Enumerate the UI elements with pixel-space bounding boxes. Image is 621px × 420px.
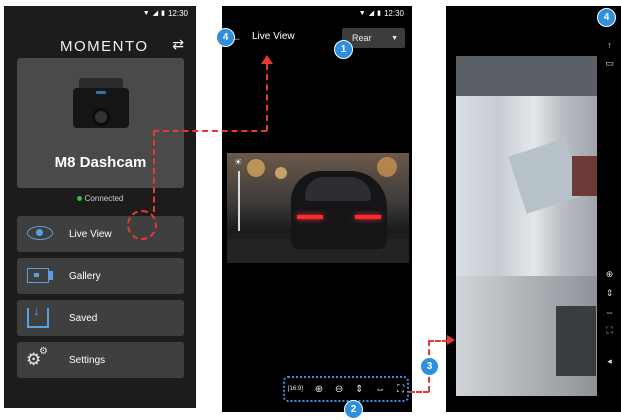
brightness-slider[interactable]	[238, 171, 240, 231]
arrow-line	[409, 391, 429, 393]
fullscreen-screen: ↑ ▭ ⊕ ⇕ ⇔ ⛶ ◂	[446, 6, 621, 412]
arrow-head-icon	[261, 55, 273, 64]
eye-icon	[27, 226, 53, 240]
live-view-button[interactable]: Live View	[17, 216, 184, 252]
exit-fullscreen-icon[interactable]: ↑	[607, 40, 612, 50]
brand-row: MOMENTO ⇄	[4, 34, 196, 58]
step-badge-1: 1	[334, 40, 353, 59]
brightness-icon: ☀	[234, 157, 243, 167]
home-screen: ▼ ◢ ▮ 12:30 MOMENTO ⇄ M8 Dashcam Connect…	[4, 6, 196, 408]
fullscreen-icon[interactable]: ⛶	[606, 325, 612, 336]
signal-icon: ◢	[368, 10, 375, 17]
step-badge-4: 4	[597, 8, 616, 27]
step-badge-3: 3	[420, 357, 439, 376]
live-video-feed[interactable]: ☀	[227, 153, 409, 263]
status-time: 12:30	[383, 8, 404, 18]
camera-toggle-icon[interactable]: ◂	[607, 356, 612, 367]
mirror-icon[interactable]: ⇔	[605, 307, 614, 317]
menu-label: Live View	[69, 228, 112, 240]
gallery-button[interactable]: Gallery	[17, 258, 184, 294]
caret-down-icon: ▼	[391, 34, 398, 42]
device-card[interactable]: M8 Dashcam	[17, 58, 184, 188]
battery-icon: ▮	[161, 10, 165, 17]
dashcam-image	[73, 78, 129, 128]
connection-status: Connected	[4, 194, 196, 203]
connected-dot-icon	[76, 196, 82, 202]
arrow-line	[266, 64, 268, 131]
zoom-in-icon[interactable]: ⊕	[606, 269, 614, 280]
settings-button[interactable]: ⚙ ⚙ Settings	[17, 342, 184, 378]
step-badge-4: 4	[216, 28, 235, 47]
status-bar: ▼ ◢ ▮ 12:30	[4, 6, 196, 20]
arrow-head-icon	[447, 335, 455, 345]
aspect-ratio-icon[interactable]: ▭	[605, 58, 614, 69]
status-time: 12:30	[167, 8, 188, 18]
saved-button[interactable]: Saved	[17, 300, 184, 336]
arrow-line	[153, 130, 267, 132]
toolbar-highlight	[283, 376, 409, 402]
live-view-header: ← Live View Rear ▼	[222, 28, 412, 52]
download-icon	[27, 303, 49, 328]
arrow-line	[428, 340, 448, 342]
live-view-screen: ▼ ◢ ▮ 12:30 ← Live View Rear ▼ ☀ [16:9] …	[222, 6, 412, 412]
status-bar: ▼ ◢ ▮ 12:30	[222, 6, 412, 20]
battery-icon: ▮	[377, 10, 381, 17]
signal-icon: ◢	[152, 10, 159, 17]
camera-select-value: Rear	[352, 33, 372, 43]
menu-label: Settings	[69, 354, 106, 366]
wifi-icon: ▼	[142, 9, 150, 17]
gallery-icon	[27, 268, 49, 283]
switch-device-icon[interactable]: ⇄	[172, 36, 184, 53]
device-name: M8 Dashcam	[54, 154, 147, 171]
step-badge-2: 2	[344, 400, 363, 419]
fullscreen-video-feed[interactable]	[456, 56, 597, 396]
fullscreen-controls: ↑ ▭ ⊕ ⇕ ⇔ ⛶ ◂	[598, 20, 621, 412]
flip-vertical-icon[interactable]: ⇕	[606, 288, 614, 299]
arrow-line	[153, 130, 155, 212]
page-title: Live View	[252, 31, 295, 42]
live-view-highlight-circle	[127, 210, 157, 240]
menu-label: Saved	[69, 312, 98, 324]
menu-label: Gallery	[69, 270, 101, 282]
wifi-icon: ▼	[358, 9, 366, 17]
brand-logo: MOMENTO	[60, 38, 149, 55]
